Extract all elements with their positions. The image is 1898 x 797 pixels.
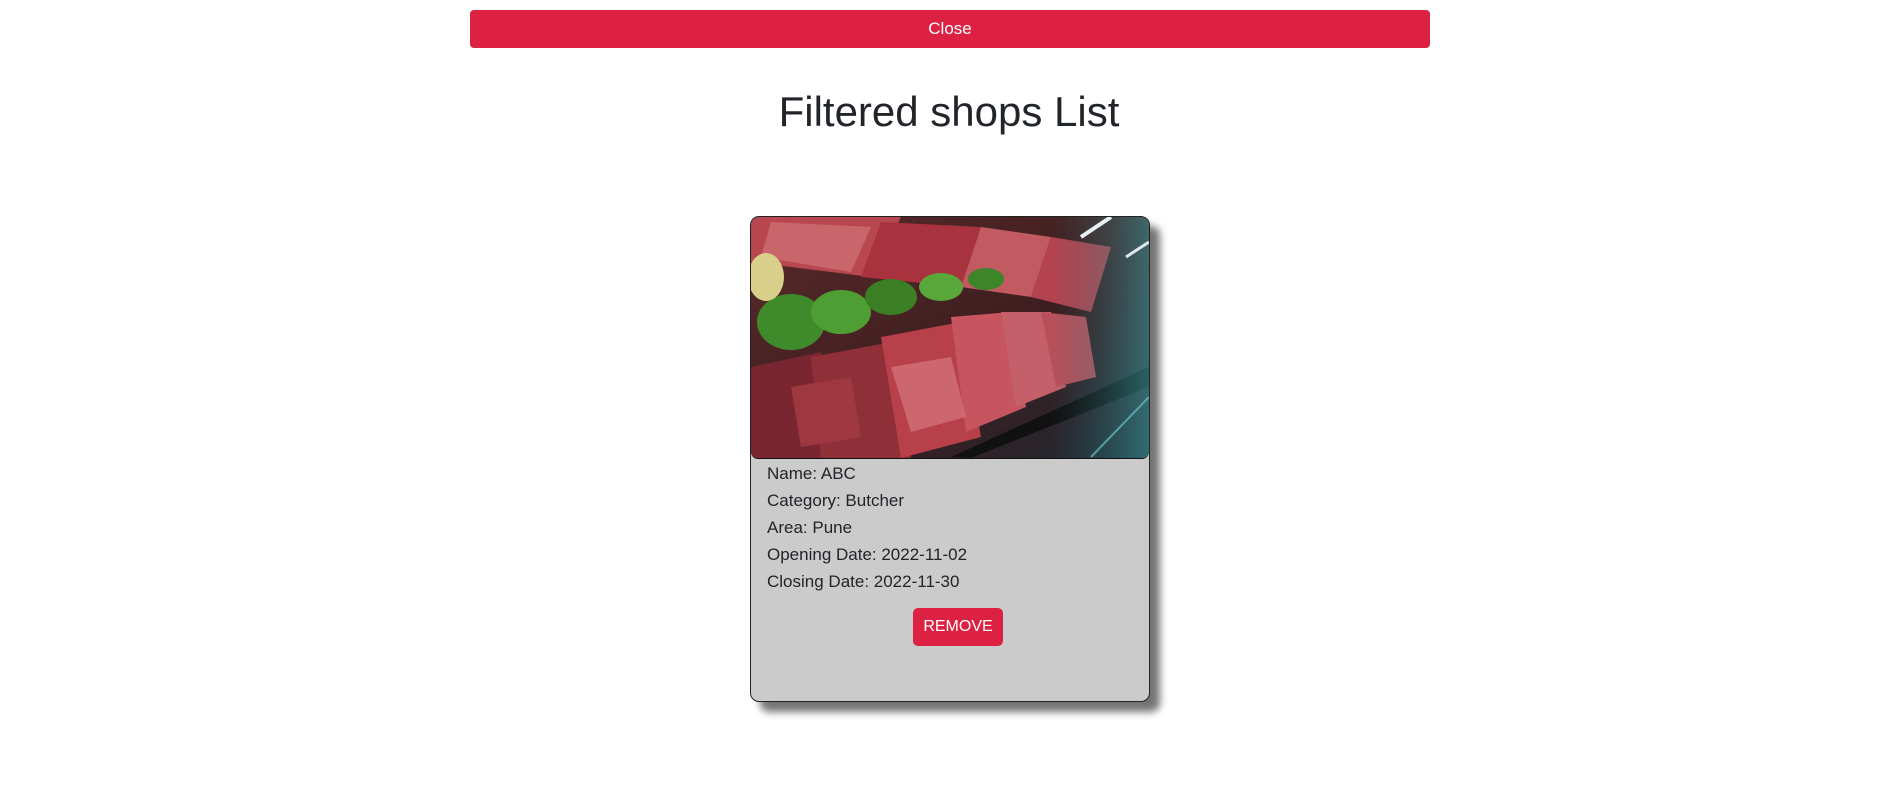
shop-image <box>751 217 1149 459</box>
shop-closing-date: Closing Date: 2022-11-30 <box>767 572 960 591</box>
close-button[interactable]: Close <box>470 10 1430 48</box>
shop-category: Category: Butcher <box>767 491 905 510</box>
shop-card: Name: ABC Category: Butcher Area: Pune O… <box>750 216 1150 702</box>
remove-button[interactable]: REMOVE <box>913 608 1003 646</box>
shop-opening-date: Opening Date: 2022-11-02 <box>767 545 968 564</box>
page-title: Filtered shops List <box>778 88 1120 135</box>
shop-name: Name: ABC <box>767 464 856 483</box>
shop-area: Area: Pune <box>767 518 853 537</box>
